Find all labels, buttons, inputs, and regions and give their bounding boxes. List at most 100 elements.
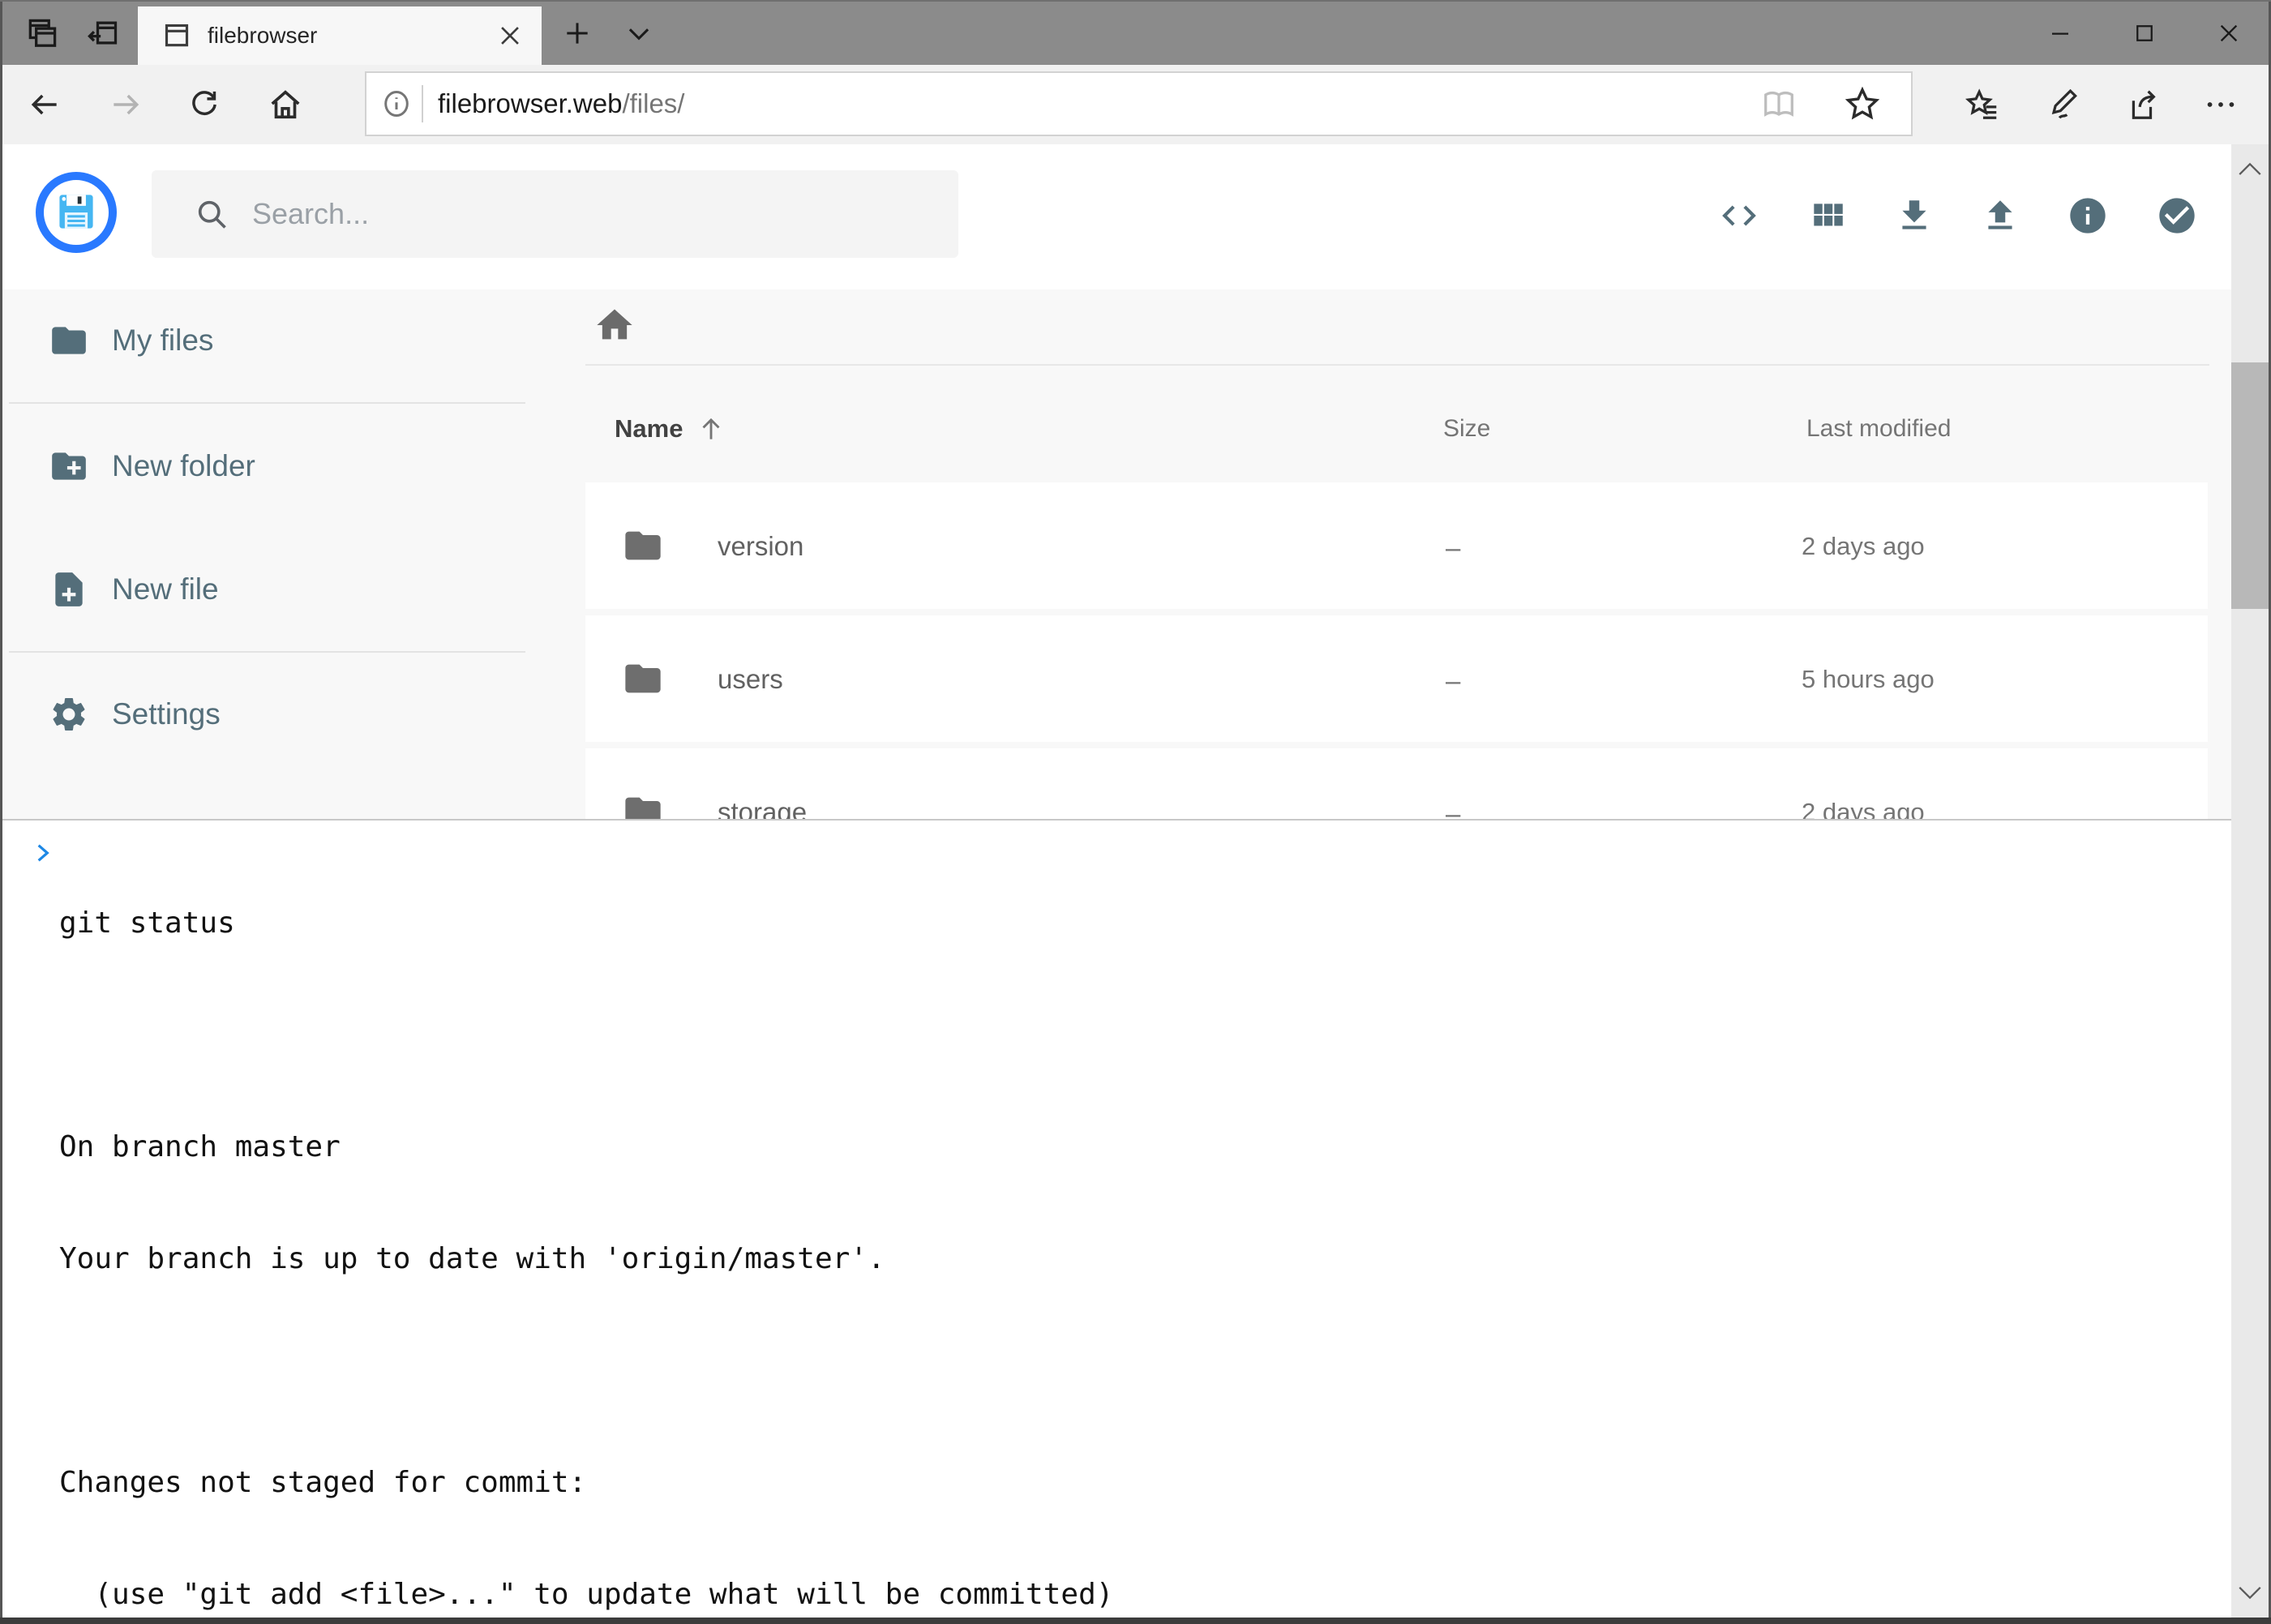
sidebar-item-settings[interactable]: Settings bbox=[2, 675, 523, 753]
share-button[interactable] bbox=[2102, 65, 2181, 144]
addressbar-divider bbox=[422, 85, 423, 122]
terminal-line bbox=[59, 1017, 1378, 1054]
tab-list-button[interactable] bbox=[615, 2, 663, 65]
folder-icon bbox=[622, 658, 664, 700]
column-modified-label: Last modified bbox=[1806, 415, 1951, 443]
sidebar-item-new-folder[interactable]: New folder bbox=[2, 427, 523, 505]
minimize-button[interactable] bbox=[2018, 2, 2102, 65]
grid-view-icon bbox=[1807, 195, 1848, 236]
set-tabs-aside-button[interactable] bbox=[78, 2, 126, 65]
tab-preview-icon bbox=[24, 15, 60, 51]
site-info-icon[interactable] bbox=[379, 87, 413, 121]
select-multiple-button[interactable] bbox=[2138, 177, 2216, 255]
app-content: My files New folder New file Settings bbox=[2, 289, 2231, 819]
favorite-star-icon[interactable] bbox=[1843, 84, 1882, 123]
folder-icon bbox=[49, 320, 89, 361]
forward-button[interactable] bbox=[93, 65, 158, 144]
terminal-line: On branch master bbox=[59, 1129, 1378, 1166]
sidebar-label: Settings bbox=[112, 697, 221, 731]
tab-favicon bbox=[161, 19, 193, 52]
file-row-version[interactable]: version – 2 days ago bbox=[585, 482, 2208, 609]
column-header-name[interactable]: Name bbox=[615, 406, 726, 452]
maximize-icon bbox=[2132, 21, 2157, 45]
chevron-down-icon bbox=[2236, 1584, 2264, 1602]
close-tab-icon[interactable] bbox=[496, 22, 524, 49]
terminal-prompt-icon bbox=[30, 837, 56, 869]
sidebar-item-my-files[interactable]: My files bbox=[2, 302, 523, 379]
tab-title: filebrowser bbox=[208, 23, 317, 49]
app-header bbox=[2, 144, 2231, 291]
folder-icon bbox=[622, 791, 664, 819]
upload-button[interactable] bbox=[1961, 177, 2039, 255]
column-name-label: Name bbox=[615, 414, 683, 443]
new-tab-icon bbox=[562, 18, 593, 49]
scrollbar-thumb[interactable] bbox=[2231, 362, 2269, 609]
new-tab-button[interactable] bbox=[553, 2, 602, 65]
column-header-size[interactable]: Size bbox=[1443, 406, 1490, 452]
home-icon bbox=[267, 86, 304, 123]
scrollbar-up-button[interactable] bbox=[2231, 152, 2269, 185]
browser-toolbar: filebrowser.web/files/ bbox=[2, 65, 2269, 145]
sidebar-item-new-file[interactable]: New file bbox=[2, 551, 523, 628]
terminal-line: (use "git add <file>..." to update what … bbox=[59, 1576, 1378, 1613]
page-scrollbar[interactable] bbox=[2231, 144, 2269, 1618]
search-input[interactable] bbox=[251, 196, 902, 232]
titlebar: filebrowser bbox=[0, 2, 2271, 65]
search-box[interactable] bbox=[152, 170, 958, 258]
terminal-line bbox=[59, 1352, 1378, 1390]
info-icon bbox=[2067, 195, 2109, 237]
hub-favorites-icon bbox=[1964, 86, 2001, 123]
sidebar-label: My files bbox=[112, 324, 213, 358]
close-window-button[interactable] bbox=[2187, 2, 2271, 65]
browser-tab[interactable]: filebrowser bbox=[138, 6, 542, 65]
minimize-icon bbox=[2048, 21, 2072, 45]
terminal-panel[interactable]: git status On branch master Your branch … bbox=[2, 819, 2231, 1618]
home-breadcrumb-icon bbox=[593, 304, 636, 346]
folder-icon bbox=[622, 525, 664, 567]
column-header-modified[interactable]: Last modified bbox=[1806, 406, 1951, 452]
maximize-button[interactable] bbox=[2102, 2, 2187, 65]
file-size: – bbox=[1446, 666, 1460, 696]
upload-icon bbox=[1980, 195, 2020, 236]
hub-favorites-button[interactable] bbox=[1943, 65, 2022, 144]
terminal-output: git status On branch master Your branch … bbox=[59, 830, 1378, 1624]
home-button[interactable] bbox=[253, 65, 318, 144]
file-name: version bbox=[718, 531, 803, 562]
reading-view-icon[interactable] bbox=[1760, 85, 1798, 122]
folder-plus-icon bbox=[49, 446, 89, 486]
chevron-up-icon bbox=[2236, 160, 2264, 178]
tab-preview-button[interactable] bbox=[18, 2, 66, 65]
breadcrumb-home-button[interactable] bbox=[592, 302, 637, 348]
grid-view-button[interactable] bbox=[1789, 177, 1866, 255]
raw-editor-button[interactable] bbox=[1700, 177, 1778, 255]
terminal-line: Changes not staged for commit: bbox=[59, 1464, 1378, 1502]
refresh-button[interactable] bbox=[172, 65, 237, 144]
download-button[interactable] bbox=[1875, 177, 1953, 255]
window-border-left bbox=[0, 2, 2, 1618]
file-row-users[interactable]: users – 5 hours ago bbox=[585, 615, 2208, 742]
sidebar-label: New folder bbox=[112, 449, 255, 483]
more-options-button[interactable] bbox=[2181, 65, 2260, 144]
file-row-storage[interactable]: storage – 2 days ago bbox=[585, 748, 2208, 819]
sidebar-label: New file bbox=[112, 572, 219, 606]
file-size: – bbox=[1446, 799, 1460, 819]
info-button[interactable] bbox=[2049, 177, 2127, 255]
file-modified: 2 days ago bbox=[1802, 532, 1925, 561]
scrollbar-down-button[interactable] bbox=[2231, 1577, 2269, 1609]
back-button[interactable] bbox=[12, 65, 77, 144]
window-border-top bbox=[0, 0, 2271, 2]
url-path: /files/ bbox=[622, 88, 684, 118]
file-modified: 2 days ago bbox=[1802, 798, 1925, 819]
window-controls bbox=[2018, 2, 2271, 65]
annotate-button[interactable] bbox=[2022, 65, 2102, 144]
address-bar[interactable]: filebrowser.web/files/ bbox=[365, 71, 1913, 136]
terminal-line: Your branch is up to date with 'origin/m… bbox=[59, 1240, 1378, 1278]
more-options-icon bbox=[2202, 86, 2239, 123]
filebrowser-logo[interactable] bbox=[36, 172, 117, 253]
url-text: filebrowser.web/files/ bbox=[438, 88, 684, 119]
url-domain: filebrowser.web bbox=[438, 88, 622, 118]
file-name: users bbox=[718, 664, 783, 695]
gear-icon bbox=[49, 694, 89, 735]
file-name: storage bbox=[718, 797, 807, 819]
toolbar-actions bbox=[1943, 65, 2260, 144]
